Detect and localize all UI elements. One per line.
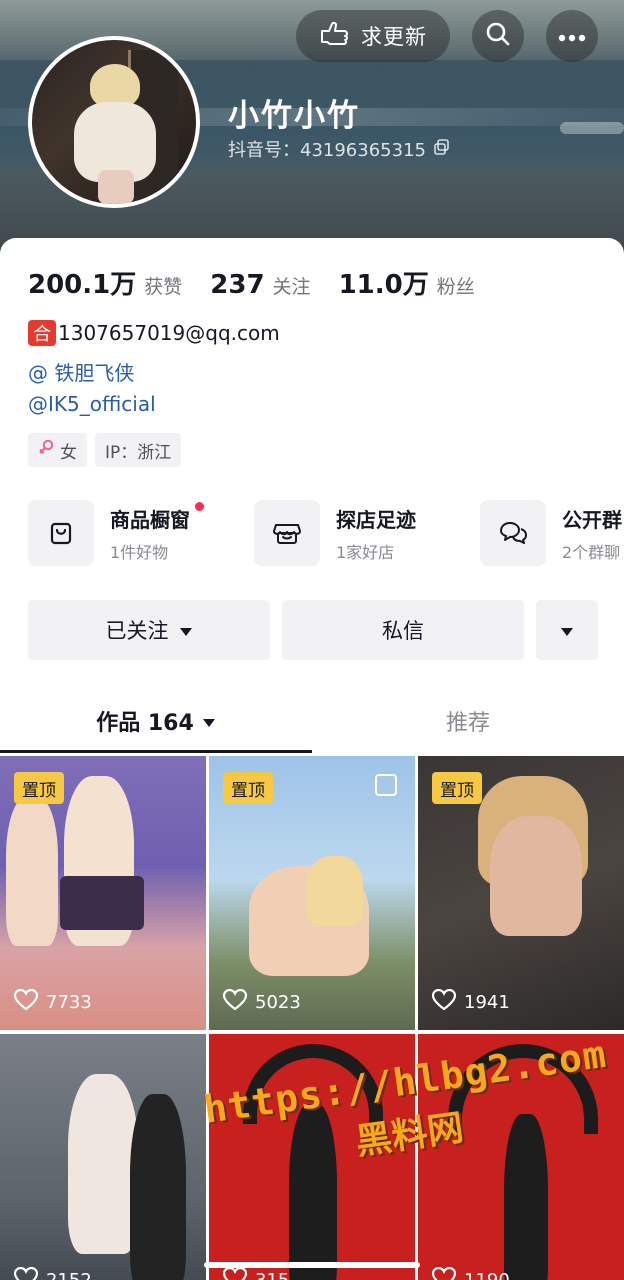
more-dots-icon <box>558 27 586 46</box>
avatar-art <box>98 170 134 204</box>
like-count: 1190 <box>431 1266 510 1280</box>
like-count: 1941 <box>431 988 510 1016</box>
caret-down-icon <box>202 709 216 734</box>
thumbnail-art <box>307 856 363 926</box>
female-icon <box>38 439 54 462</box>
entry-subtitle: 1件好物 <box>110 542 169 562</box>
like-count: 7733 <box>13 988 92 1016</box>
search-button[interactable] <box>472 10 524 62</box>
cooperation-badge-icon: 合 <box>28 320 56 346</box>
stat-label: 关注 <box>272 276 311 298</box>
heart-icon <box>431 988 457 1016</box>
notification-dot <box>195 501 204 511</box>
heart-icon <box>13 1266 39 1280</box>
message-label: 私信 <box>382 619 424 643</box>
caret-down-icon <box>179 618 193 642</box>
multi-image-icon <box>375 774 397 796</box>
tab-recommend[interactable]: 推荐 <box>312 690 624 752</box>
tab-works[interactable]: 作品 164 <box>0 690 312 752</box>
profile-nickname: 小竹小竹 <box>228 98 360 134</box>
stat-number: 11.0万 <box>338 270 429 300</box>
copy-icon[interactable] <box>434 138 450 160</box>
entry-subtitle: 2个群聊 <box>562 542 621 562</box>
like-count-value: 1190 <box>464 1270 510 1280</box>
cover-wave <box>560 122 624 134</box>
stat-following[interactable]: 237 关注 <box>210 270 310 300</box>
stat-number: 200.1万 <box>28 270 137 300</box>
chat-bubbles-icon <box>480 500 546 566</box>
like-count-value: 315 <box>255 1270 289 1280</box>
request-update-label: 求更新 <box>361 25 427 49</box>
entry-title: 商品橱窗 <box>110 501 204 533</box>
like-count: 315 <box>222 1266 289 1280</box>
active-tab-indicator <box>0 750 312 753</box>
entry-title: 探店足迹 <box>336 507 416 532</box>
thumbnail-art <box>6 796 58 946</box>
like-count-value: 7733 <box>46 992 92 1013</box>
bio-email: 1307657019@qq.com <box>58 321 280 345</box>
thumbnail-art <box>60 876 144 930</box>
entry-title: 公开群 <box>562 507 622 532</box>
entry-showcase[interactable]: 商品橱窗 1件好物 <box>28 498 204 568</box>
stat-label: 粉丝 <box>436 276 475 298</box>
heart-icon <box>222 1266 248 1280</box>
heart-icon <box>13 988 39 1016</box>
video-thumbnail[interactable]: 置顶 1941 <box>418 756 624 1030</box>
douyin-id[interactable]: 抖音号：43196365315 <box>228 136 450 162</box>
douyin-id-text: 抖音号：43196365315 <box>228 140 426 161</box>
like-count-value: 5023 <box>255 992 301 1013</box>
like-count-value: 2152 <box>46 1270 92 1280</box>
more-actions-button[interactable] <box>536 600 598 660</box>
hand-point-icon <box>319 19 351 53</box>
video-thumbnail[interactable]: 置顶 5023 <box>209 756 415 1030</box>
entry-store-visits[interactable]: 探店足迹 1家好店 <box>254 498 416 568</box>
ip-location-tag: IP：浙江 <box>95 433 182 467</box>
video-thumbnail[interactable]: 2152 <box>0 1034 206 1280</box>
stat-followers[interactable]: 11.0万 粉丝 <box>339 264 475 301</box>
profile-stats: 200.1万 获赞 237 关注 11.0万 粉丝 <box>28 264 475 301</box>
message-button[interactable]: 私信 <box>282 600 524 660</box>
stat-number: 237 <box>210 270 265 300</box>
feature-entries: 商品橱窗 1件好物 探店足迹 1家好店 公开群 2个群聊 <box>28 498 624 568</box>
bio-contact-line: 合 1307657019@qq.com <box>28 320 280 346</box>
following-label: 已关注 <box>105 619 169 643</box>
entry-title-text: 商品橱窗 <box>110 507 190 532</box>
avatar[interactable] <box>28 36 200 208</box>
thumbnail-art <box>68 1074 138 1254</box>
thumbnail-art <box>130 1094 186 1280</box>
thumbnail-art <box>490 816 582 936</box>
home-indicator[interactable] <box>204 1262 420 1268</box>
pinned-badge: 置顶 <box>14 772 64 804</box>
video-thumbnail[interactable]: 置顶 7733 <box>0 756 206 1030</box>
stat-likes[interactable]: 200.1万 获赞 <box>28 264 182 301</box>
shopping-bag-icon <box>28 500 94 566</box>
content-tabs: 作品 164 推荐 <box>0 690 624 754</box>
entry-public-groups[interactable]: 公开群 2个群聊 <box>480 498 622 568</box>
like-count: 5023 <box>222 988 301 1016</box>
request-update-button[interactable]: 求更新 <box>296 10 450 62</box>
heart-icon <box>222 988 248 1016</box>
storefront-icon <box>254 500 320 566</box>
pinned-badge: 置顶 <box>223 772 273 804</box>
tab-works-label: 作品 164 <box>96 711 194 736</box>
more-options-button[interactable] <box>546 10 598 62</box>
gender-tag: 女 <box>28 433 87 467</box>
entry-subtitle: 1家好店 <box>336 542 395 562</box>
bio-mention-link[interactable]: @ 铁胆飞侠 <box>28 357 134 386</box>
pinned-badge: 置顶 <box>432 772 482 804</box>
stat-label: 获赞 <box>144 276 183 298</box>
search-icon <box>485 21 511 51</box>
like-count-value: 1941 <box>464 992 510 1013</box>
heart-icon <box>431 1266 457 1280</box>
gender-label: 女 <box>60 442 77 463</box>
caret-down-icon <box>560 618 574 642</box>
profile-tags: 女 IP：浙江 <box>28 433 182 467</box>
like-count: 2152 <box>13 1266 92 1280</box>
bio-mention-link[interactable]: @IK5_official <box>28 392 156 416</box>
following-button[interactable]: 已关注 <box>28 600 270 660</box>
